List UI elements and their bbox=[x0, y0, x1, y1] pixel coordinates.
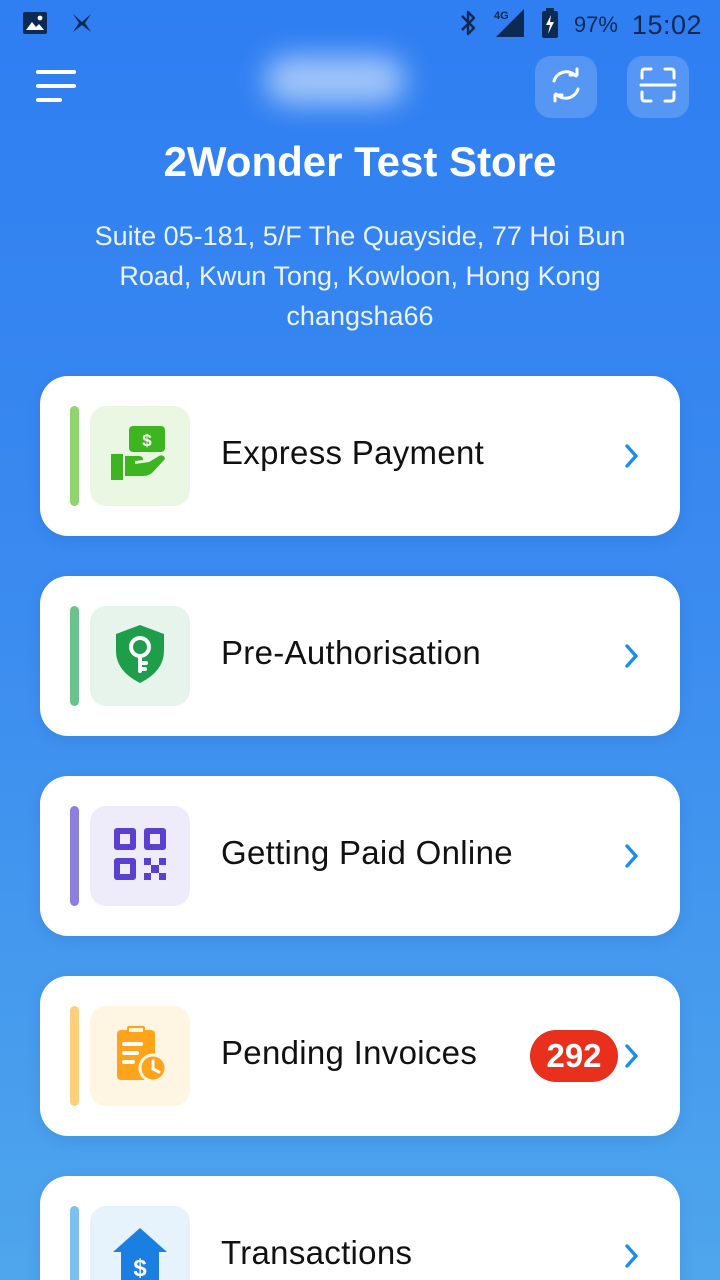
store-address: Suite 05-181, 5/F The Quayside, 77 Hoi B… bbox=[40, 216, 680, 336]
menu-line bbox=[36, 98, 62, 102]
icon-tile bbox=[90, 606, 190, 706]
scan-button[interactable] bbox=[627, 56, 689, 118]
image-icon bbox=[22, 11, 48, 39]
svg-text:$: $ bbox=[142, 431, 152, 450]
icon-tile: $ bbox=[90, 1206, 190, 1280]
chevron-right-icon bbox=[623, 842, 641, 870]
card-label: Express Payment bbox=[221, 434, 485, 471]
chevron-right-icon bbox=[623, 1042, 641, 1070]
express-payment-card[interactable]: $ Express Payment bbox=[40, 376, 680, 536]
card-label: Pending Invoices bbox=[221, 1034, 478, 1071]
refresh-button[interactable] bbox=[535, 56, 597, 118]
store-name: 2Wonder Test Store bbox=[163, 138, 557, 185]
app-icon bbox=[70, 11, 94, 39]
bluetooth-icon bbox=[458, 8, 478, 42]
card-accent-bar bbox=[70, 806, 79, 906]
chevron-right-icon bbox=[623, 442, 641, 470]
menu-line bbox=[36, 84, 76, 88]
card-label: Transactions bbox=[221, 1234, 413, 1271]
address-line-1: Suite 05-181, 5/F The Quayside, 77 Hoi B… bbox=[94, 221, 626, 251]
svg-text:$: $ bbox=[133, 1255, 147, 1280]
cash-hand-icon: $ bbox=[109, 424, 171, 488]
card-accent-bar bbox=[70, 406, 79, 506]
battery-icon bbox=[540, 7, 560, 43]
hamburger-menu-button[interactable] bbox=[36, 70, 78, 104]
clock: 15:02 bbox=[631, 9, 702, 40]
card-label: Pre-Authorisation bbox=[221, 634, 482, 671]
chevron-right-icon bbox=[623, 642, 641, 670]
icon-tile: $ bbox=[90, 406, 190, 506]
card-accent-bar bbox=[70, 606, 79, 706]
menu-line bbox=[36, 70, 76, 74]
chevron-right-icon bbox=[623, 1242, 641, 1270]
pre-authorisation-card[interactable]: Pre-Authorisation bbox=[40, 576, 680, 736]
house-dollar-icon: $ bbox=[109, 1224, 171, 1280]
invoice-clock-icon bbox=[111, 1024, 169, 1088]
qr-code-icon bbox=[112, 826, 168, 886]
app-bar bbox=[0, 56, 720, 120]
logo-blurred bbox=[265, 56, 405, 104]
card-accent-bar bbox=[70, 1206, 79, 1280]
transactions-card[interactable]: $ Transactions bbox=[40, 1176, 680, 1280]
card-label: Getting Paid Online bbox=[221, 834, 513, 871]
shield-key-icon bbox=[112, 623, 168, 689]
signal-4g-icon: 4G bbox=[492, 7, 526, 43]
username: changsha66 bbox=[286, 301, 434, 331]
card-accent-bar bbox=[70, 1006, 79, 1106]
network-label: 4G bbox=[494, 10, 509, 22]
scan-icon bbox=[639, 66, 677, 108]
icon-tile bbox=[90, 806, 190, 906]
status-bar: 4G 97% 15:02 bbox=[0, 0, 720, 50]
battery-percent: 97% bbox=[573, 12, 618, 37]
icon-tile bbox=[90, 1006, 190, 1106]
address-line-2: Road, Kwun Tong, Kowloon, Hong Kong bbox=[119, 261, 601, 291]
refresh-icon bbox=[546, 65, 586, 109]
getting-paid-online-card[interactable]: Getting Paid Online bbox=[40, 776, 680, 936]
pending-count-badge: 292 bbox=[530, 1030, 618, 1082]
pending-invoices-card[interactable]: Pending Invoices 292 bbox=[40, 976, 680, 1136]
